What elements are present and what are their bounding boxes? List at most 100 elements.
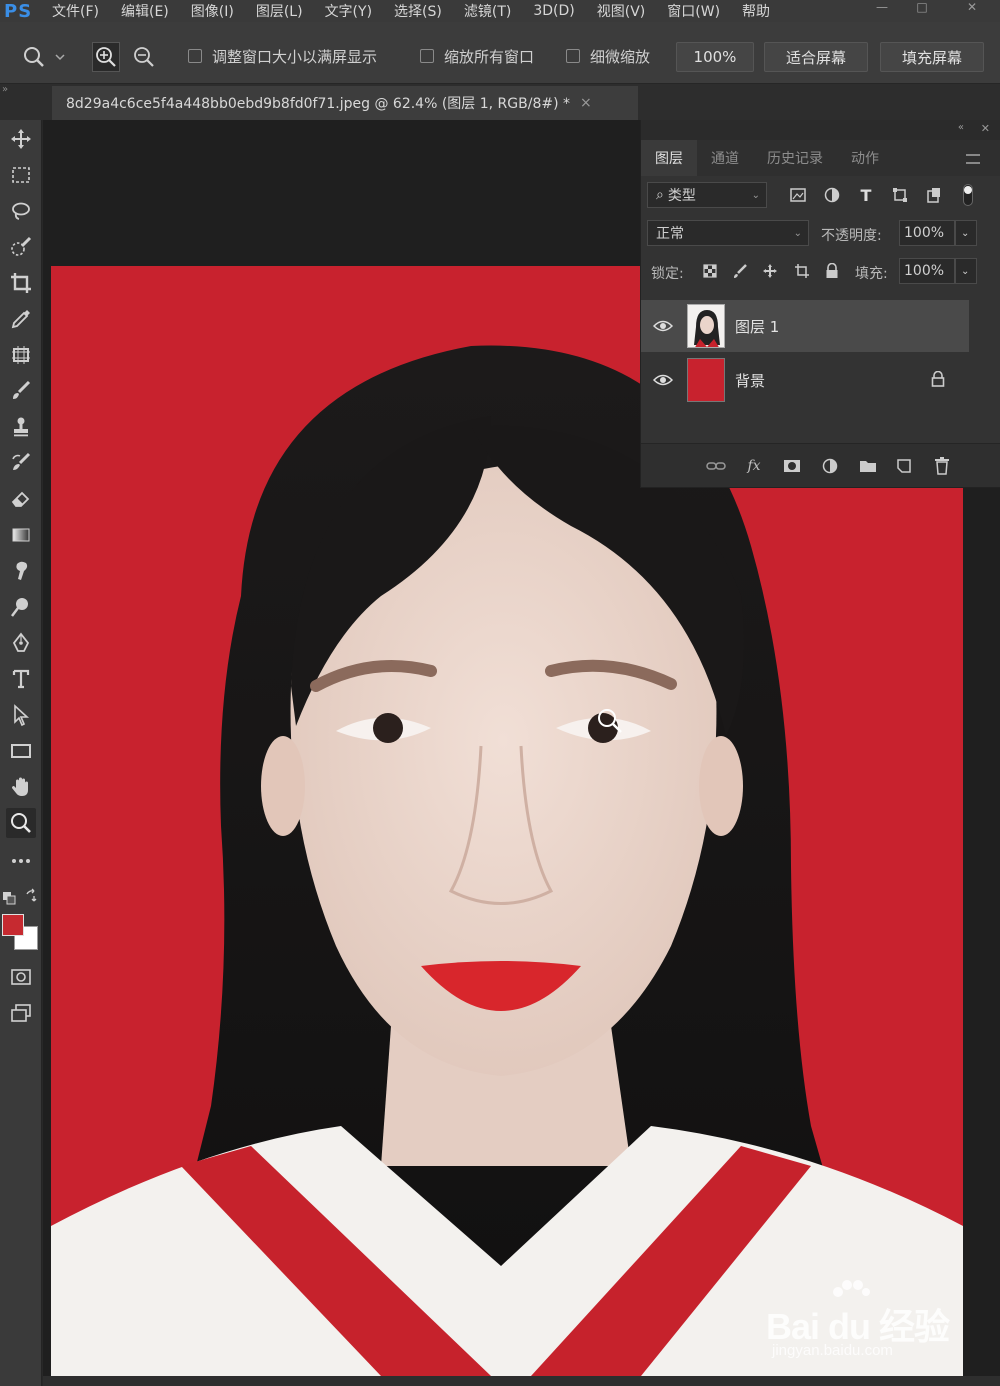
tab-history[interactable]: 历史记录 xyxy=(753,140,837,176)
brush-icon[interactable] xyxy=(6,376,36,406)
fit-screen-button[interactable]: 适合屏幕 xyxy=(764,42,868,72)
eraser-icon[interactable] xyxy=(6,484,36,514)
pen-icon[interactable] xyxy=(6,628,36,658)
layer-name[interactable]: 背景 xyxy=(735,370,765,391)
filter-smart-object-icon[interactable] xyxy=(925,186,943,204)
maximize-icon[interactable]: □ xyxy=(912,0,932,20)
search-icon: ⌕ xyxy=(656,187,664,203)
adjustment-icon[interactable] xyxy=(819,456,841,476)
stamp-icon[interactable] xyxy=(6,412,36,442)
marquee-icon[interactable] xyxy=(6,160,36,190)
filter-type-icon[interactable]: T xyxy=(857,186,875,205)
collapse-panel-icon[interactable]: « xyxy=(958,122,964,133)
default-colors-icon[interactable] xyxy=(2,890,16,905)
zoom-tool-preset-icon[interactable] xyxy=(20,42,48,72)
layer-name[interactable]: 图层 1 xyxy=(735,316,779,337)
fit-window-option[interactable]: 调整窗口大小以满屏显示 xyxy=(188,42,377,70)
screen-mode-icon[interactable] xyxy=(6,998,36,1028)
opacity-dropdown-icon[interactable]: ⌄ xyxy=(955,220,977,246)
frame-icon[interactable] xyxy=(6,340,36,370)
layer-thumbnail xyxy=(687,358,725,402)
close-panel-icon[interactable]: ✕ xyxy=(981,122,990,135)
lock-position-icon[interactable] xyxy=(761,262,779,280)
type-icon[interactable] xyxy=(6,664,36,694)
collapse-toolbar-icon[interactable]: » xyxy=(2,84,8,95)
layer-row-layer1[interactable]: 图层 1 xyxy=(641,300,969,352)
trash-icon[interactable] xyxy=(931,456,953,476)
menu-edit[interactable]: 编辑(E) xyxy=(121,1,169,21)
visibility-eye-icon[interactable] xyxy=(653,373,673,387)
close-window-icon[interactable]: ✕ xyxy=(962,0,982,20)
lock-transparent-icon[interactable] xyxy=(701,262,719,280)
mask-icon[interactable] xyxy=(781,456,803,476)
move-icon[interactable] xyxy=(6,124,36,154)
close-tab-icon[interactable]: × xyxy=(580,95,592,111)
menu-file[interactable]: 文件(F) xyxy=(52,1,99,21)
lock-all-icon[interactable] xyxy=(823,262,841,280)
baidu-watermark: Bai du 经验 jingyan.baidu.com xyxy=(766,1280,966,1366)
chevron-down-icon[interactable] xyxy=(50,42,70,72)
menu-layer[interactable]: 图层(L) xyxy=(256,1,303,21)
scrubby-zoom-option[interactable]: 细微缩放 xyxy=(566,42,650,70)
path-select-icon[interactable] xyxy=(6,700,36,730)
dodge-icon[interactable] xyxy=(6,592,36,622)
filter-toggle[interactable] xyxy=(963,184,973,206)
layer-row-background[interactable]: 背景 xyxy=(641,354,969,406)
zoom-all-option[interactable]: 缩放所有窗口 xyxy=(420,42,534,70)
fill-dropdown-icon[interactable]: ⌄ xyxy=(955,258,977,284)
tools-panel xyxy=(0,120,42,1386)
menu-image[interactable]: 图像(I) xyxy=(191,1,234,21)
lock-artboard-icon[interactable] xyxy=(793,262,811,280)
menu-type[interactable]: 文字(Y) xyxy=(325,1,372,21)
filter-shape-icon[interactable] xyxy=(891,186,909,204)
crop-icon[interactable] xyxy=(6,268,36,298)
visibility-eye-icon[interactable] xyxy=(653,319,673,333)
lock-icon[interactable] xyxy=(931,371,945,387)
menu-view[interactable]: 视图(V) xyxy=(597,1,646,21)
fill-screen-button[interactable]: 填充屏幕 xyxy=(880,42,984,72)
tab-actions[interactable]: 动作 xyxy=(837,140,893,176)
new-layer-icon[interactable] xyxy=(893,456,915,476)
quick-mask-icon[interactable] xyxy=(6,962,36,992)
foreground-color-swatch[interactable] xyxy=(2,914,24,936)
fit-window-checkbox[interactable] xyxy=(188,49,202,63)
zoom-in-icon[interactable] xyxy=(92,42,120,72)
filter-pixel-icon[interactable] xyxy=(789,186,807,204)
tab-channels[interactable]: 通道 xyxy=(697,140,753,176)
quick-select-icon[interactable] xyxy=(6,232,36,262)
tab-layers[interactable]: 图层 xyxy=(641,140,697,176)
document-tab[interactable]: 8d29a4c6ce5f4a448bb0ebd9b8fd0f71.jpeg @ … xyxy=(52,86,638,120)
menu-select[interactable]: 选择(S) xyxy=(394,1,442,21)
eyedropper-icon[interactable] xyxy=(6,304,36,334)
group-folder-icon[interactable] xyxy=(857,456,879,476)
filter-kind-select[interactable]: ⌕ 类型 ⌄ xyxy=(647,182,767,208)
gradient-icon[interactable] xyxy=(6,520,36,550)
hand-icon[interactable] xyxy=(6,772,36,802)
scrubby-zoom-checkbox[interactable] xyxy=(566,49,580,63)
blend-mode-select[interactable]: 正常 ⌄ xyxy=(647,220,809,246)
smudge-icon[interactable] xyxy=(6,556,36,586)
rectangle-icon[interactable] xyxy=(6,736,36,766)
lock-pixels-icon[interactable] xyxy=(731,262,749,280)
menu-help[interactable]: 帮助 xyxy=(742,1,770,21)
swap-colors-icon[interactable] xyxy=(24,888,40,904)
zoom-out-icon[interactable] xyxy=(130,42,158,72)
fill-input[interactable]: 100% xyxy=(899,258,955,284)
menu-window[interactable]: 窗口(W) xyxy=(667,1,720,21)
history-brush-icon[interactable] xyxy=(6,448,36,478)
menu-bar: PS 文件(F) 编辑(E) 图像(I) 图层(L) 文字(Y) 选择(S) 滤… xyxy=(0,0,1000,22)
panel-menu-icon[interactable] xyxy=(966,154,980,164)
more-icon[interactable] xyxy=(6,846,36,876)
opacity-input[interactable]: 100% xyxy=(899,220,955,246)
lasso-icon[interactable] xyxy=(6,196,36,226)
link-icon[interactable] xyxy=(705,456,727,476)
fx-icon[interactable]: fx xyxy=(743,456,765,476)
minimize-icon[interactable]: — xyxy=(872,0,892,20)
fit-window-label: 调整窗口大小以满屏显示 xyxy=(212,47,378,66)
menu-filter[interactable]: 滤镜(T) xyxy=(464,1,511,21)
zoom-all-checkbox[interactable] xyxy=(420,49,434,63)
zoom-icon[interactable] xyxy=(6,808,36,838)
zoom-value-button[interactable]: 100% xyxy=(676,42,754,72)
menu-3d[interactable]: 3D(D) xyxy=(533,3,574,19)
filter-adjustment-icon[interactable] xyxy=(823,186,841,204)
